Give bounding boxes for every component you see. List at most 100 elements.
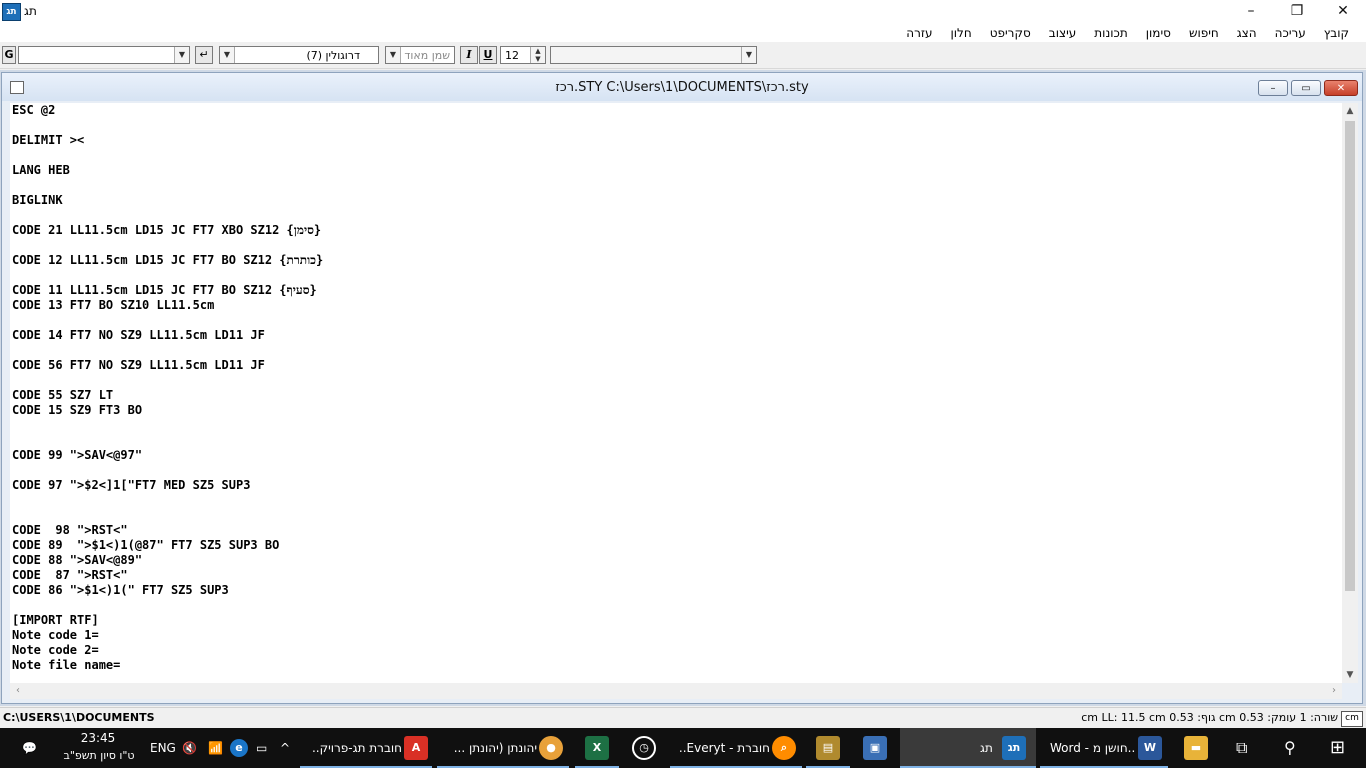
document-title: רכז.STY C:\Users\1\DOCUMENTS\רכז.sty — [555, 80, 809, 95]
menu-mark[interactable]: סימון — [1137, 23, 1180, 43]
code-line[interactable] — [12, 268, 323, 283]
code-line[interactable]: CODE 14 FT7 NO SZ9 LL11.5cm LD11 JF — [12, 328, 323, 343]
chevron-up-icon[interactable]: ^ — [280, 728, 290, 768]
code-line[interactable]: [IMPORT RTF] — [12, 613, 323, 628]
unit-button[interactable]: cm — [1341, 711, 1363, 727]
misc-dropdown[interactable]: ▼ — [550, 46, 757, 64]
code-line[interactable] — [12, 313, 323, 328]
code-line[interactable] — [12, 148, 323, 163]
taskbar-app-pdf[interactable]: חוברת תג-פרויק... A — [300, 728, 432, 768]
search-icon[interactable]: ⚲ — [1284, 728, 1296, 768]
taskbar-app-tag[interactable]: תג תג — [900, 728, 1036, 768]
battery-icon[interactable]: ▭ — [256, 728, 267, 768]
code-line[interactable] — [12, 343, 323, 358]
scroll-right-icon[interactable]: › — [1326, 683, 1342, 699]
code-line[interactable]: CODE 12 LL11.5cm LD15 JC FT7 BO SZ12 {כו… — [12, 253, 323, 268]
taskbar-app-excel[interactable]: X — [575, 728, 619, 768]
code-line[interactable]: CODE 86 ">$1<)1(" FT7 SZ5 SUP3 — [12, 583, 323, 598]
scroll-left-icon[interactable]: ‹ — [10, 683, 26, 699]
horizontal-scrollbar[interactable]: ‹ › — [10, 683, 1342, 699]
code-line[interactable]: CODE 56 FT7 NO SZ9 LL11.5cm LD11 JF — [12, 358, 323, 373]
code-line[interactable]: CODE 21 LL11.5cm LD15 JC FT7 XBO SZ12 {ס… — [12, 223, 323, 238]
minimize-button[interactable]: – — [1228, 0, 1274, 22]
size-stepper[interactable]: 12 ▲ ▼ — [500, 46, 546, 64]
doc-restore-button[interactable]: ▭ — [1291, 80, 1321, 96]
menu-help[interactable]: עזרה — [897, 23, 941, 43]
enter-button[interactable]: ↵ — [195, 46, 213, 64]
code-line[interactable]: DELIMIT >< — [12, 133, 323, 148]
code-line[interactable] — [12, 433, 323, 448]
taskbar-app-chrome[interactable]: יהונתן (יהונתן ... ● — [437, 728, 569, 768]
code-line[interactable]: BIGLINK — [12, 193, 323, 208]
vertical-scrollbar[interactable]: ▲ ▼ — [1342, 103, 1358, 683]
wifi-icon[interactable]: 📶 — [208, 728, 223, 768]
code-line[interactable] — [12, 118, 323, 133]
menu-script[interactable]: סקריפט — [981, 23, 1040, 43]
status-metrics: שורה: 1 עומק: 0.53 cm גוף: 0.53 cm LL: 1… — [1081, 711, 1338, 724]
volume-muted-icon[interactable]: 🔇 — [182, 728, 197, 768]
code-line[interactable]: CODE 15 SZ9 FT3 BO — [12, 403, 323, 418]
code-line[interactable]: Note file name= — [12, 658, 323, 673]
text-editor[interactable]: ESC @2 DELIMIT >< LANG HEB BIGLINK CODE … — [10, 103, 1342, 683]
scroll-down-icon[interactable]: ▼ — [1342, 667, 1358, 683]
scroll-up-icon[interactable]: ▲ — [1342, 103, 1358, 119]
code-line[interactable]: CODE 99 ">SAV<@97" — [12, 448, 323, 463]
underline-button[interactable]: U — [479, 46, 497, 64]
editor-content[interactable]: ESC @2 DELIMIT >< LANG HEB BIGLINK CODE … — [12, 103, 323, 673]
taskbar-app-everything[interactable]: חוברת - Everyt... ⌕ — [670, 728, 802, 768]
taskbar-app-explorer[interactable]: ▬ — [1174, 728, 1218, 768]
code-line[interactable]: CODE 11 LL11.5cm LD15 JC FT7 BO SZ12 {סע… — [12, 283, 323, 298]
menu-window[interactable]: חלון — [942, 23, 981, 43]
weight-dropdown[interactable]: שמן מאוד ▼ — [385, 46, 455, 64]
taskbar-app-book[interactable]: ▣ — [853, 728, 897, 768]
code-line[interactable]: CODE 88 ">SAV<@89" — [12, 553, 323, 568]
code-line[interactable] — [12, 493, 323, 508]
code-line[interactable]: Note code 2= — [12, 643, 323, 658]
clock-date[interactable]: ט"ו סיון תשפ"ב — [62, 749, 136, 762]
restore-button[interactable]: ❐ — [1274, 0, 1320, 22]
code-line[interactable] — [12, 238, 323, 253]
stepper-arrows-icon[interactable]: ▲ ▼ — [530, 47, 545, 63]
task-view-icon[interactable]: ⧉ — [1236, 728, 1247, 768]
taskbar-app-archive[interactable]: ▤ — [806, 728, 850, 768]
doc-minimize-button[interactable]: – — [1258, 80, 1288, 96]
font-dropdown[interactable]: דרוגולין (7) ▼ — [219, 46, 379, 64]
code-line[interactable] — [12, 178, 323, 193]
code-line[interactable]: CODE 89 ">$1<)1(@87" FT7 SZ5 SUP3 BO — [12, 538, 323, 553]
taskbar-app-clock[interactable]: ◷ — [622, 728, 666, 768]
archive-icon: ▤ — [816, 736, 840, 760]
start-icon[interactable]: ⊞ — [1330, 728, 1345, 768]
code-line[interactable]: CODE 97 ">$2<]1["FT7 MED SZ5 SUP3 — [12, 478, 323, 493]
tag-app-icon[interactable]: תג — [2, 3, 21, 21]
scroll-thumb[interactable] — [1345, 121, 1355, 591]
code-line[interactable]: ESC @2 — [12, 103, 323, 118]
style-dropdown[interactable]: ▼ — [18, 46, 190, 64]
close-button[interactable]: ✕ — [1320, 0, 1366, 22]
code-line[interactable] — [12, 463, 323, 478]
code-line[interactable]: CODE 98 ">RST<" — [12, 523, 323, 538]
clock-time[interactable]: 23:45 — [72, 731, 124, 745]
code-line[interactable] — [12, 598, 323, 613]
code-line[interactable] — [12, 418, 323, 433]
code-line[interactable]: CODE 13 FT7 BO SZ10 LL11.5cm — [12, 298, 323, 313]
taskbar-app-word[interactable]: Word - חושן מ... W — [1040, 728, 1168, 768]
menu-view[interactable]: הצג — [1228, 23, 1266, 43]
menu-format[interactable]: עיצוב — [1040, 23, 1086, 43]
language-indicator[interactable]: ENG — [150, 728, 176, 768]
italic-button[interactable]: I — [460, 46, 478, 64]
code-line[interactable]: Note code 1= — [12, 628, 323, 643]
code-line[interactable]: LANG HEB — [12, 163, 323, 178]
code-line[interactable]: CODE 87 ">RST<" — [12, 568, 323, 583]
menu-properties[interactable]: תכונות — [1085, 23, 1136, 43]
menu-file[interactable]: קובץ — [1315, 23, 1358, 43]
menu-edit[interactable]: עריכה — [1266, 23, 1315, 43]
code-line[interactable] — [12, 508, 323, 523]
code-line[interactable] — [12, 373, 323, 388]
menu-search[interactable]: חיפוש — [1180, 23, 1228, 43]
g-button[interactable]: G — [2, 46, 16, 64]
code-line[interactable] — [12, 208, 323, 223]
doc-close-button[interactable]: ✕ — [1324, 80, 1358, 96]
code-line[interactable]: CODE 55 SZ7 LT — [12, 388, 323, 403]
notifications-icon[interactable]: 💬 — [22, 728, 37, 768]
browser-tray-icon[interactable]: e — [230, 739, 248, 757]
